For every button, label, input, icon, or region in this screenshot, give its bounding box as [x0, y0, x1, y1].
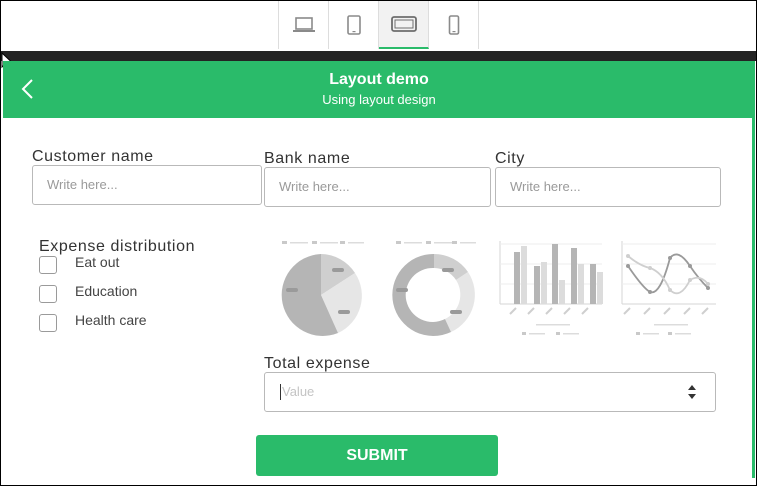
eat-out-label: Eat out — [75, 254, 120, 270]
line-chart-icon — [621, 241, 716, 335]
page-title: Layout demo — [329, 71, 429, 88]
total-expense-placeholder: Value — [280, 384, 315, 400]
donut-chart-icon — [392, 241, 476, 336]
chart-illustrations — [281, 241, 716, 336]
total-expense-input[interactable]: Value — [264, 372, 716, 412]
device-phone-button[interactable] — [429, 1, 479, 49]
city-label: City — [495, 150, 525, 167]
health-care-label: Health care — [75, 312, 147, 328]
bar-chart-icon — [499, 241, 603, 335]
spinner-up-icon — [688, 385, 696, 390]
device-tablet-portrait-button[interactable] — [329, 1, 379, 49]
device-frame-top — [1, 51, 756, 61]
education-checkbox[interactable] — [39, 285, 57, 303]
app-header: Layout demo Using layout design — [3, 61, 755, 118]
eat-out-checkbox[interactable] — [39, 256, 57, 274]
tablet-portrait-icon — [346, 15, 361, 35]
device-tablet-landscape-button[interactable] — [379, 1, 429, 49]
education-label: Education — [75, 283, 138, 299]
tablet-landscape-icon — [390, 16, 417, 32]
submit-button[interactable]: SUBMIT — [256, 435, 498, 476]
health-care-checkbox[interactable] — [39, 314, 57, 332]
device-laptop-button[interactable] — [279, 1, 329, 49]
page-subtitle: Using layout design — [322, 92, 436, 107]
total-expense-label: Total expense — [264, 355, 371, 372]
laptop-icon — [292, 17, 315, 32]
scroll-edge — [752, 118, 755, 478]
pie-chart-icon — [281, 241, 364, 336]
phone-icon — [448, 15, 459, 35]
spinner-down-icon — [688, 394, 696, 399]
bank-name-label: Bank name — [264, 150, 351, 167]
device-toolbar — [278, 1, 479, 49]
number-spinner[interactable] — [685, 383, 699, 401]
city-input[interactable]: Write here... — [495, 167, 721, 207]
bank-name-input[interactable]: Write here... — [264, 167, 491, 207]
customer-name-label: Customer name — [32, 148, 154, 165]
customer-name-input[interactable]: Write here... — [32, 165, 262, 205]
